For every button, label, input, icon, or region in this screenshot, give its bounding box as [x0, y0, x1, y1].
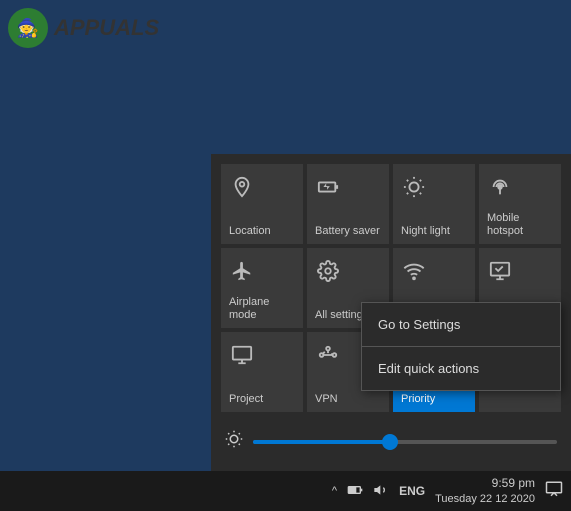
tile-project[interactable]: Project [221, 332, 303, 412]
tile-location-label: Location [229, 225, 271, 238]
brightness-row [221, 422, 561, 461]
brightness-icon [225, 430, 243, 453]
tile-mobile-hotspot[interactable]: Mobile hotspot [479, 164, 561, 244]
brightness-slider[interactable] [253, 440, 557, 444]
battery-tray-icon[interactable] [347, 482, 363, 501]
edit-quick-actions-item[interactable]: Edit quick actions [362, 347, 560, 390]
tile-night-light-label: Night light [401, 225, 450, 238]
tile-mobile-hotspot-label: Mobile hotspot [487, 212, 553, 238]
all-settings-icon [317, 260, 339, 288]
battery-saver-icon [317, 176, 339, 204]
brightness-fill [253, 440, 390, 444]
desktop: 🧙 APPUALS Location [0, 0, 571, 511]
taskbar: ^ ENG 9:59 pm Tuesday 22 12 2020 [0, 471, 571, 511]
brightness-thumb[interactable] [382, 434, 398, 450]
tray-expand-button[interactable]: ^ [332, 485, 337, 497]
airplane-mode-icon [231, 260, 253, 288]
go-to-settings-item[interactable]: Go to Settings [362, 303, 560, 346]
tile-vpn-label: VPN [315, 393, 338, 406]
watermark-logo: 🧙 [8, 8, 48, 48]
tile-priority-label: Priority [401, 393, 435, 406]
notification-button[interactable] [545, 480, 563, 503]
taskbar-time: 9:59 pm [435, 476, 535, 492]
network-icon [403, 260, 425, 288]
volume-tray-icon[interactable] [373, 482, 389, 501]
tile-location[interactable]: Location [221, 164, 303, 244]
watermark: 🧙 APPUALS [8, 8, 159, 48]
connect-icon [489, 260, 511, 288]
taskbar-clock[interactable]: 9:59 pm Tuesday 22 12 2020 [435, 476, 535, 506]
tile-airplane-mode-label: Airplane mode [229, 296, 295, 322]
mobile-hotspot-icon [489, 176, 511, 204]
language-indicator[interactable]: ENG [399, 484, 425, 498]
tile-battery-saver[interactable]: Battery saver [307, 164, 389, 244]
tile-airplane-mode[interactable]: Airplane mode [221, 248, 303, 328]
watermark-emoji: 🧙 [17, 18, 39, 39]
context-menu: Go to Settings Edit quick actions [361, 302, 561, 391]
vpn-icon [317, 344, 339, 372]
tile-night-light[interactable]: Night light [393, 164, 475, 244]
location-icon [231, 176, 253, 204]
night-light-icon [403, 176, 425, 204]
taskbar-date: Tuesday 22 12 2020 [435, 492, 535, 506]
tile-battery-saver-label: Battery saver [315, 225, 380, 238]
project-icon [231, 344, 253, 372]
system-tray: ^ ENG [332, 482, 425, 501]
tile-project-label: Project [229, 393, 263, 406]
watermark-text: APPUALS [54, 15, 159, 41]
